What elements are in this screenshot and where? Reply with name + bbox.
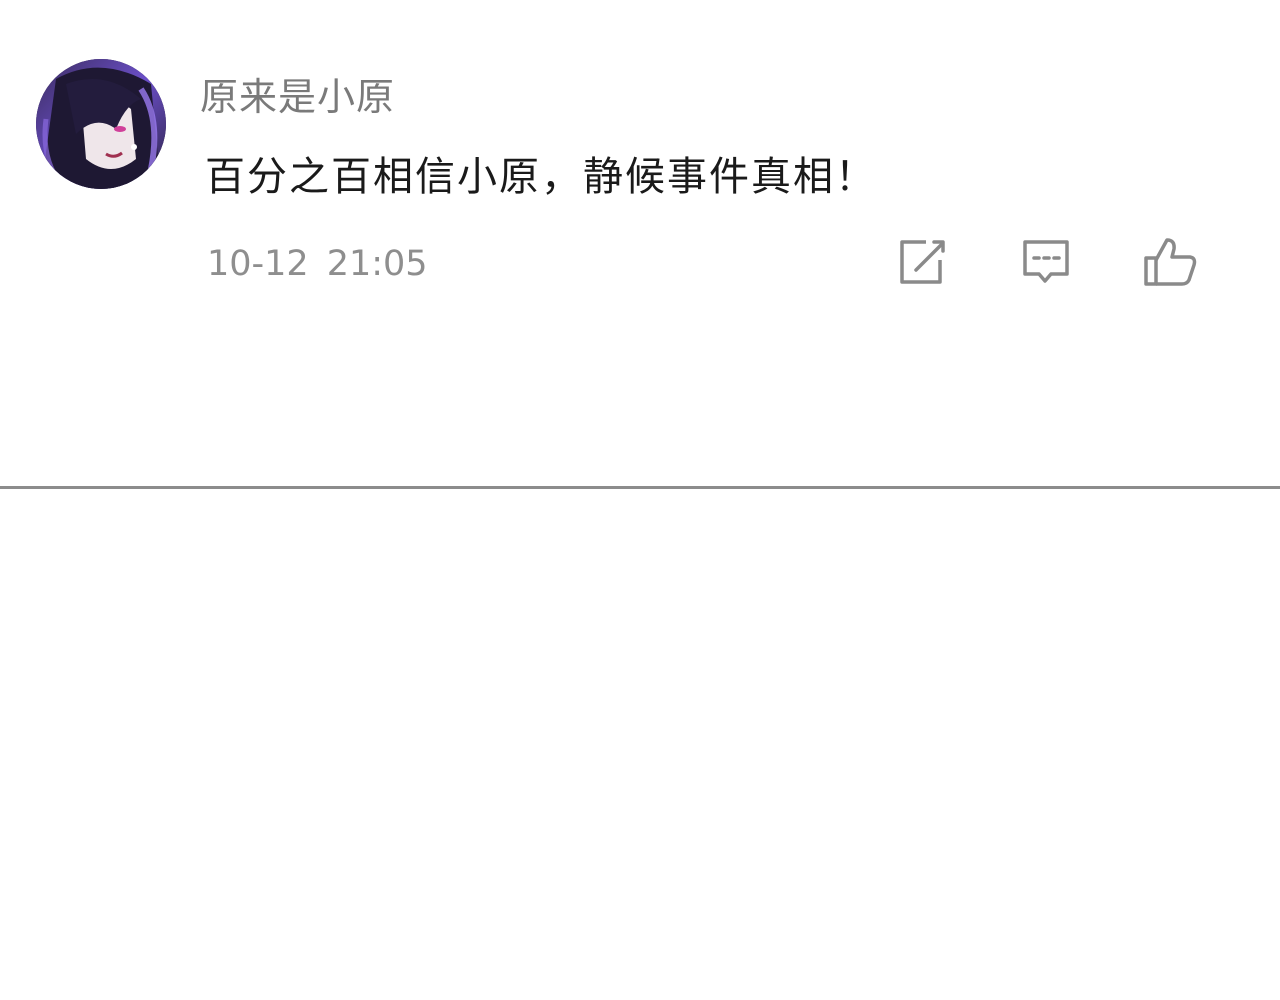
avatar-image xyxy=(36,59,166,189)
comment-time: 21:05 xyxy=(326,244,428,284)
thumbs-up-icon xyxy=(1144,238,1197,286)
reply-button[interactable] xyxy=(1020,236,1072,288)
avatar[interactable] xyxy=(36,59,166,189)
page: 原来是小原 百分之百相信小原，静候事件真相！ 10-12 21:05 xyxy=(0,0,1280,1000)
comment-text: 百分之百相信小原，静候事件真相！ xyxy=(205,154,877,200)
comment-item: 原来是小原 百分之百相信小原，静候事件真相！ 10-12 21:05 xyxy=(0,0,1280,300)
comment-bubble-icon xyxy=(1023,240,1069,283)
username[interactable]: 原来是小原 xyxy=(200,74,395,120)
share-edit-icon xyxy=(900,240,945,284)
divider xyxy=(0,486,1280,489)
like-button[interactable] xyxy=(1143,236,1197,288)
comment-meta: 10-12 21:05 xyxy=(207,242,428,286)
comment-date: 10-12 xyxy=(207,244,309,284)
share-button[interactable] xyxy=(896,236,948,288)
